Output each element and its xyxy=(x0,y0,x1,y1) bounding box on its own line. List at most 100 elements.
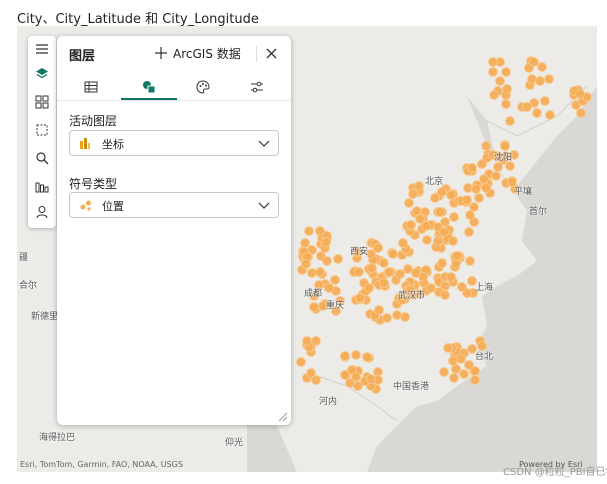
city-point[interactable] xyxy=(481,141,491,151)
city-point[interactable] xyxy=(435,207,445,217)
city-point[interactable] xyxy=(491,171,501,181)
city-point[interactable] xyxy=(474,193,484,203)
analytics-icon[interactable] xyxy=(32,176,52,196)
resize-handle-icon[interactable] xyxy=(278,412,288,422)
city-point[interactable] xyxy=(449,212,459,222)
city-point[interactable] xyxy=(501,99,511,109)
city-point[interactable] xyxy=(575,89,585,99)
city-point[interactable] xyxy=(384,267,394,277)
city-point[interactable] xyxy=(465,210,475,220)
city-point[interactable] xyxy=(544,74,554,84)
city-point[interactable] xyxy=(479,174,489,184)
menu-icon[interactable] xyxy=(32,39,52,59)
city-point[interactable] xyxy=(488,67,498,77)
city-point[interactable] xyxy=(362,352,372,362)
city-point[interactable] xyxy=(439,367,449,377)
city-point[interactable] xyxy=(505,116,515,126)
visual-title: City、City_Latitude 和 City_Longitude xyxy=(17,12,259,27)
city-point[interactable] xyxy=(501,67,511,77)
city-point[interactable] xyxy=(470,375,480,385)
map-label-beijing: 北京 xyxy=(425,177,444,187)
city-point[interactable] xyxy=(545,110,555,120)
tab-table[interactable] xyxy=(63,76,119,98)
active-layer-dropdown[interactable]: 坐标 xyxy=(69,130,279,156)
city-point[interactable] xyxy=(321,237,331,247)
city-point[interactable] xyxy=(452,251,462,261)
city-point[interactable] xyxy=(459,369,469,379)
city-point[interactable] xyxy=(448,236,458,246)
city-point[interactable] xyxy=(382,313,392,323)
city-point[interactable] xyxy=(398,238,408,248)
city-point[interactable] xyxy=(489,90,499,100)
person-icon[interactable] xyxy=(32,202,52,222)
city-point[interactable] xyxy=(324,283,334,293)
layers-icon[interactable] xyxy=(32,64,52,84)
city-point[interactable] xyxy=(366,374,376,384)
city-point[interactable] xyxy=(535,76,545,86)
city-point[interactable] xyxy=(422,235,432,245)
divider xyxy=(256,46,257,62)
city-point[interactable] xyxy=(354,267,364,277)
city-point[interactable] xyxy=(529,57,539,67)
city-point[interactable] xyxy=(306,368,316,378)
city-point[interactable] xyxy=(437,258,447,268)
city-point[interactable] xyxy=(440,290,450,300)
city-point[interactable] xyxy=(406,220,416,230)
city-point[interactable] xyxy=(374,305,384,315)
city-point[interactable] xyxy=(296,357,306,367)
city-point[interactable] xyxy=(464,360,474,370)
tab-style[interactable] xyxy=(175,76,231,98)
city-point[interactable] xyxy=(443,343,453,353)
city-point[interactable] xyxy=(418,272,428,282)
city-point[interactable] xyxy=(477,159,487,169)
city-point[interactable] xyxy=(522,102,532,112)
add-arcgis-data-button[interactable]: ArcGIS 数据 xyxy=(155,43,241,63)
city-point[interactable] xyxy=(446,272,456,282)
select-icon[interactable] xyxy=(32,120,52,140)
city-point[interactable] xyxy=(315,267,325,277)
city-point[interactable] xyxy=(464,227,474,237)
city-point[interactable] xyxy=(415,214,425,224)
city-point[interactable] xyxy=(481,183,491,193)
city-point[interactable] xyxy=(392,310,402,320)
city-point[interactable] xyxy=(462,195,472,205)
city-point[interactable] xyxy=(430,193,440,203)
symbol-type-dropdown[interactable]: 位置 xyxy=(69,192,279,218)
city-point[interactable] xyxy=(333,254,343,264)
city-point[interactable] xyxy=(495,76,505,86)
tab-settings[interactable] xyxy=(229,76,285,98)
city-point[interactable] xyxy=(448,356,458,366)
city-point[interactable] xyxy=(532,108,542,118)
city-point[interactable] xyxy=(301,259,311,269)
city-point[interactable] xyxy=(467,163,477,173)
city-point[interactable] xyxy=(446,190,456,200)
city-point[interactable] xyxy=(340,351,350,361)
city-point[interactable] xyxy=(351,350,361,360)
city-point[interactable] xyxy=(465,256,475,266)
city-point[interactable] xyxy=(373,243,383,253)
city-point[interactable] xyxy=(408,189,418,199)
city-point[interactable] xyxy=(449,373,459,383)
city-point[interactable] xyxy=(300,238,310,248)
city-point[interactable] xyxy=(379,278,389,288)
basemap-icon[interactable] xyxy=(32,92,52,112)
city-point[interactable] xyxy=(395,269,405,279)
city-point[interactable] xyxy=(502,84,512,94)
city-point[interactable] xyxy=(304,226,314,236)
city-point[interactable] xyxy=(302,336,312,346)
city-point[interactable] xyxy=(364,283,374,293)
city-point[interactable] xyxy=(576,108,586,118)
city-point[interactable] xyxy=(367,263,377,273)
city-point[interactable] xyxy=(353,381,363,391)
map-label-shanghai: 上海 xyxy=(475,283,494,293)
search-icon[interactable] xyxy=(32,148,52,168)
close-button[interactable] xyxy=(262,44,280,62)
tab-symbology[interactable] xyxy=(121,76,177,100)
city-point[interactable] xyxy=(322,256,332,266)
city-point[interactable] xyxy=(355,293,365,303)
city-point[interactable] xyxy=(439,227,449,237)
city-point[interactable] xyxy=(540,96,550,106)
city-point[interactable] xyxy=(404,198,414,208)
city-point[interactable] xyxy=(457,282,467,292)
city-point[interactable] xyxy=(488,57,498,67)
